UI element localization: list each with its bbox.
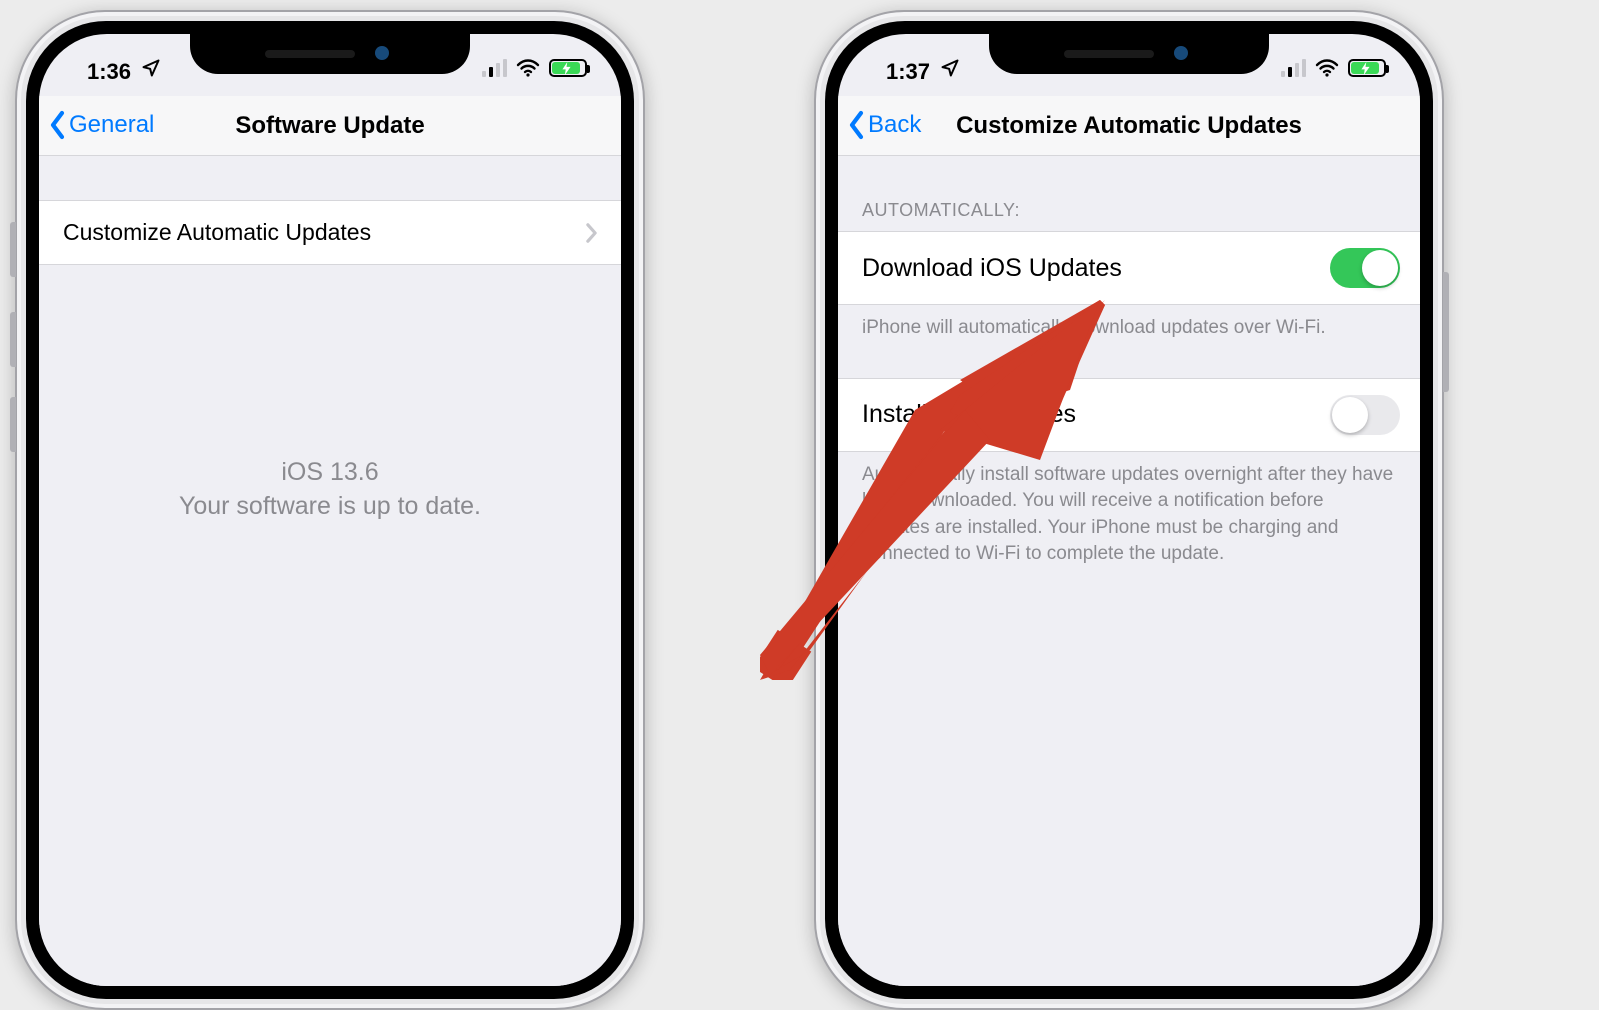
status-time-area: 1:37 [886,58,964,85]
toggle-knob [1332,397,1368,433]
nav-title: Customize Automatic Updates [956,112,1302,140]
install-toggle[interactable] [1330,395,1400,435]
back-label: Back [868,111,921,139]
battery-icon [1348,59,1386,77]
notch [989,34,1269,74]
spacer [39,156,621,200]
wifi-icon [516,56,540,80]
ios-version: iOS 13.6 [39,456,621,490]
phone-frame: 1:37 [814,10,1444,1010]
notch [190,34,470,74]
install-ios-updates-row[interactable]: Install iOS Updates [838,378,1420,452]
back-button[interactable]: General [49,110,154,140]
install-footer: Automatically install software updates o… [838,452,1420,568]
download-ios-updates-row[interactable]: Download iOS Updates [838,231,1420,305]
phone-screen: 1:37 [838,34,1420,986]
download-footer: iPhone will automatically download updat… [838,305,1420,342]
status-time: 1:36 [87,59,131,84]
toggle-knob [1362,250,1398,286]
back-label: General [69,111,154,139]
content-area: AUTOMATICALLY: Download iOS Updates iPho… [838,156,1420,986]
location-icon [940,58,960,84]
download-toggle[interactable] [1330,248,1400,288]
nav-bar: Back Customize Automatic Updates [838,96,1420,156]
row-label: Install iOS Updates [862,400,1076,429]
phone-screen: 1:36 [39,34,621,986]
phone-frame: 1:36 [15,10,645,1010]
nav-bar: General Software Update [39,96,621,156]
row-label: Download iOS Updates [862,254,1122,283]
phone-right: 1:37 [799,0,1459,950]
phone-left: 1:36 [0,0,660,950]
up-to-date-text: Your software is up to date. [39,490,621,524]
chevron-right-icon [586,223,597,243]
battery-fill [552,62,580,74]
status-right [1281,56,1386,80]
customize-automatic-updates-row[interactable]: Customize Automatic Updates [39,200,621,265]
location-icon [141,58,161,84]
status-message: iOS 13.6 Your software is up to date. [39,456,621,524]
section-gap [838,342,1420,378]
battery-icon [549,59,587,77]
wifi-icon [1315,56,1339,80]
chevron-left-icon [49,110,66,140]
signal-icon [482,59,507,77]
nav-title: Software Update [235,112,424,140]
phone-bezel: 1:36 [26,21,634,999]
battery-fill [1351,62,1379,74]
status-time-area: 1:36 [87,58,165,85]
chevron-left-icon [848,110,865,140]
status-right [482,56,587,80]
signal-icon [1281,59,1306,77]
back-button[interactable]: Back [848,110,921,140]
row-label: Customize Automatic Updates [63,219,371,246]
status-time: 1:37 [886,59,930,84]
phone-bezel: 1:37 [825,21,1433,999]
section-header-automatically: AUTOMATICALLY: [838,200,1420,231]
content-area: Customize Automatic Updates iOS 13.6 You… [39,156,621,986]
